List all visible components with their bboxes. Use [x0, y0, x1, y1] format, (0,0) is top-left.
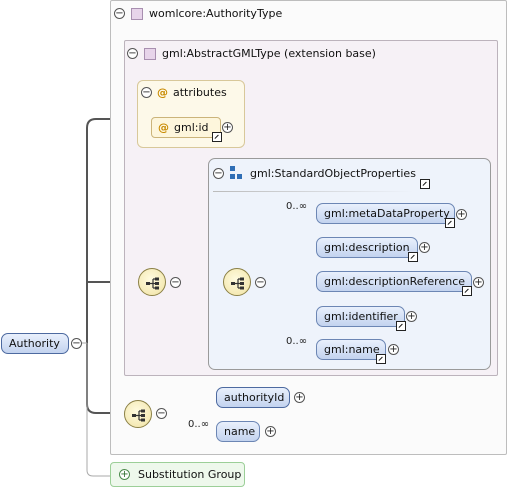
expand-toggle[interactable]	[456, 209, 467, 220]
element-label: gml:description	[324, 241, 410, 254]
sequence-collapse-toggle[interactable]	[170, 277, 181, 288]
element-authorityid[interactable]: authorityId	[216, 387, 290, 408]
substitution-group-box[interactable]: Substitution Group	[110, 462, 245, 487]
reference-link-icon[interactable]	[420, 179, 430, 189]
group-icon	[230, 166, 244, 180]
sequence-compositor-icon[interactable]	[138, 268, 166, 296]
expand-toggle[interactable]	[222, 122, 233, 133]
base-type-collapse-toggle[interactable]	[127, 48, 138, 59]
attributes-collapse-toggle[interactable]	[141, 87, 152, 98]
cardinality-label: 0..∞	[286, 201, 308, 212]
reference-link-icon[interactable]	[376, 354, 386, 364]
element-name[interactable]: name	[216, 421, 260, 442]
sequence-compositor-icon[interactable]	[124, 400, 152, 428]
element-gml-metadataproperty[interactable]: gml:metaDataProperty	[316, 203, 455, 224]
attribute-gml-id[interactable]: @ gml:id	[151, 117, 221, 138]
expand-toggle[interactable]	[473, 277, 484, 288]
attribute-icon: @	[158, 121, 169, 134]
reference-link-icon[interactable]	[408, 252, 418, 262]
authority-type-collapse-toggle[interactable]	[114, 8, 125, 19]
base-type-label[interactable]: gml:AbstractGMLType (extension base)	[162, 47, 376, 60]
expand-toggle[interactable]	[265, 426, 276, 437]
element-gml-descriptionreference[interactable]: gml:descriptionReference	[316, 271, 472, 292]
sequence-collapse-toggle[interactable]	[255, 277, 266, 288]
expand-toggle[interactable]	[406, 311, 417, 322]
reference-link-icon[interactable]	[396, 321, 406, 331]
substitution-group-label: Substitution Group	[138, 468, 242, 481]
attributes-header: @ attributes	[141, 86, 227, 99]
element-label: name	[224, 425, 256, 438]
element-gml-description[interactable]: gml:description	[316, 237, 418, 258]
group-header-divider	[213, 191, 413, 192]
group-label[interactable]: gml:StandardObjectProperties	[250, 167, 416, 180]
sequence-collapse-toggle[interactable]	[156, 408, 167, 419]
authority-collapse-toggle[interactable]	[71, 338, 82, 349]
expand-toggle[interactable]	[388, 344, 399, 355]
attribute-label: gml:id	[174, 121, 209, 134]
substitution-group-expand-toggle[interactable]	[119, 469, 130, 480]
element-gml-identifier[interactable]: gml:identifier	[316, 306, 405, 327]
complex-type-icon	[131, 7, 143, 20]
expand-toggle[interactable]	[294, 392, 305, 403]
complex-type-icon	[144, 47, 156, 60]
base-type-header: gml:AbstractGMLType (extension base)	[127, 47, 376, 60]
reference-link-icon[interactable]	[445, 218, 455, 228]
reference-link-icon[interactable]	[212, 132, 222, 142]
element-label: gml:name	[324, 343, 380, 356]
authority-type-header: womlcore:AuthorityType	[114, 7, 282, 20]
authority-element[interactable]: Authority	[1, 333, 69, 354]
authority-label: Authority	[9, 337, 60, 350]
group-collapse-toggle[interactable]	[213, 167, 224, 179]
cardinality-label: 0..∞	[188, 419, 210, 430]
element-label: gml:metaDataProperty	[324, 207, 450, 220]
attributes-label: attributes	[173, 86, 227, 99]
element-label: gml:identifier	[324, 310, 398, 323]
cardinality-label: 0..∞	[286, 336, 308, 347]
authority-type-label[interactable]: womlcore:AuthorityType	[149, 7, 282, 20]
attribute-icon: @	[157, 86, 168, 99]
element-label: authorityId	[224, 391, 285, 404]
expand-toggle[interactable]	[419, 242, 430, 253]
sequence-compositor-icon[interactable]	[223, 268, 251, 296]
reference-link-icon[interactable]	[462, 286, 472, 296]
standard-object-properties-header: gml:StandardObjectProperties	[213, 166, 416, 180]
element-label: gml:descriptionReference	[324, 275, 466, 288]
